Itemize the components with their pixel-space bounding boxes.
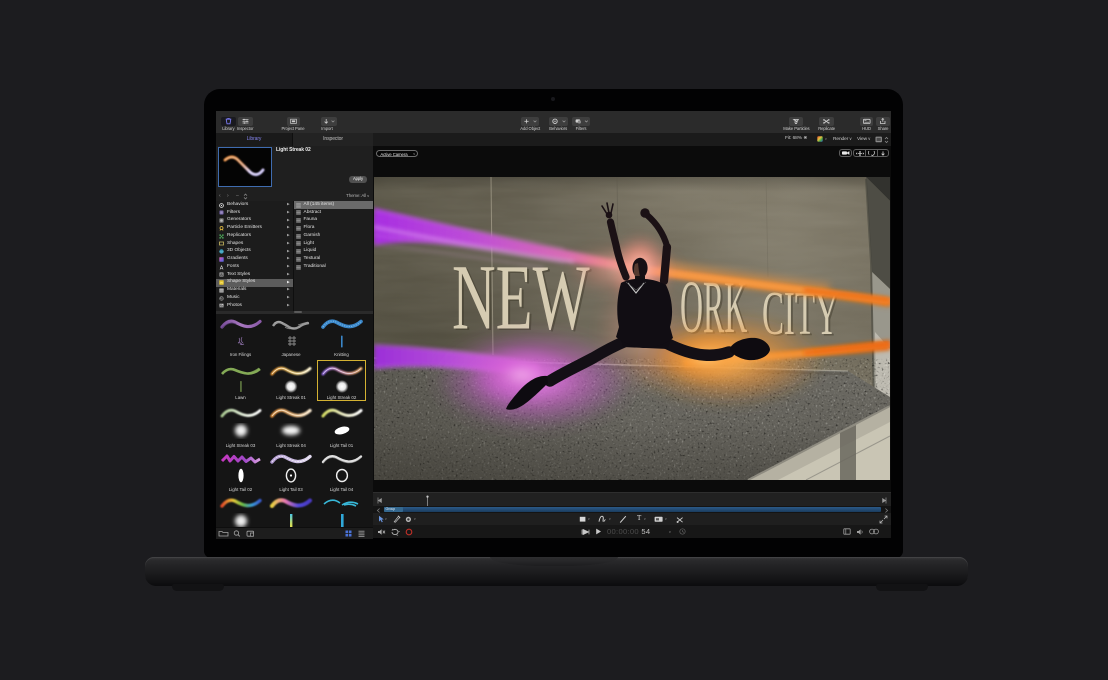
svg-text:A: A <box>220 265 224 270</box>
svg-text:A: A <box>220 273 223 278</box>
